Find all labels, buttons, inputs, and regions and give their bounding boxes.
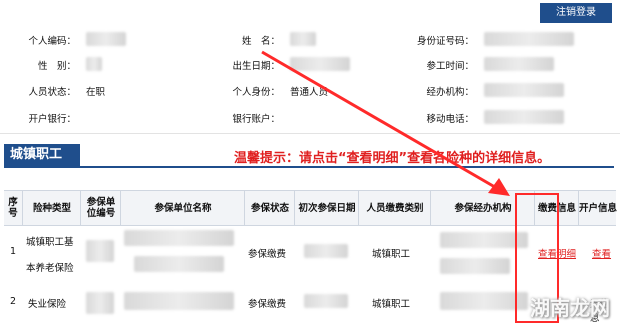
arrow-head [488, 178, 510, 196]
watermark: 湖南龙网 [530, 296, 610, 320]
annotation-arrow [261, 50, 510, 196]
arrow-line [261, 50, 501, 192]
